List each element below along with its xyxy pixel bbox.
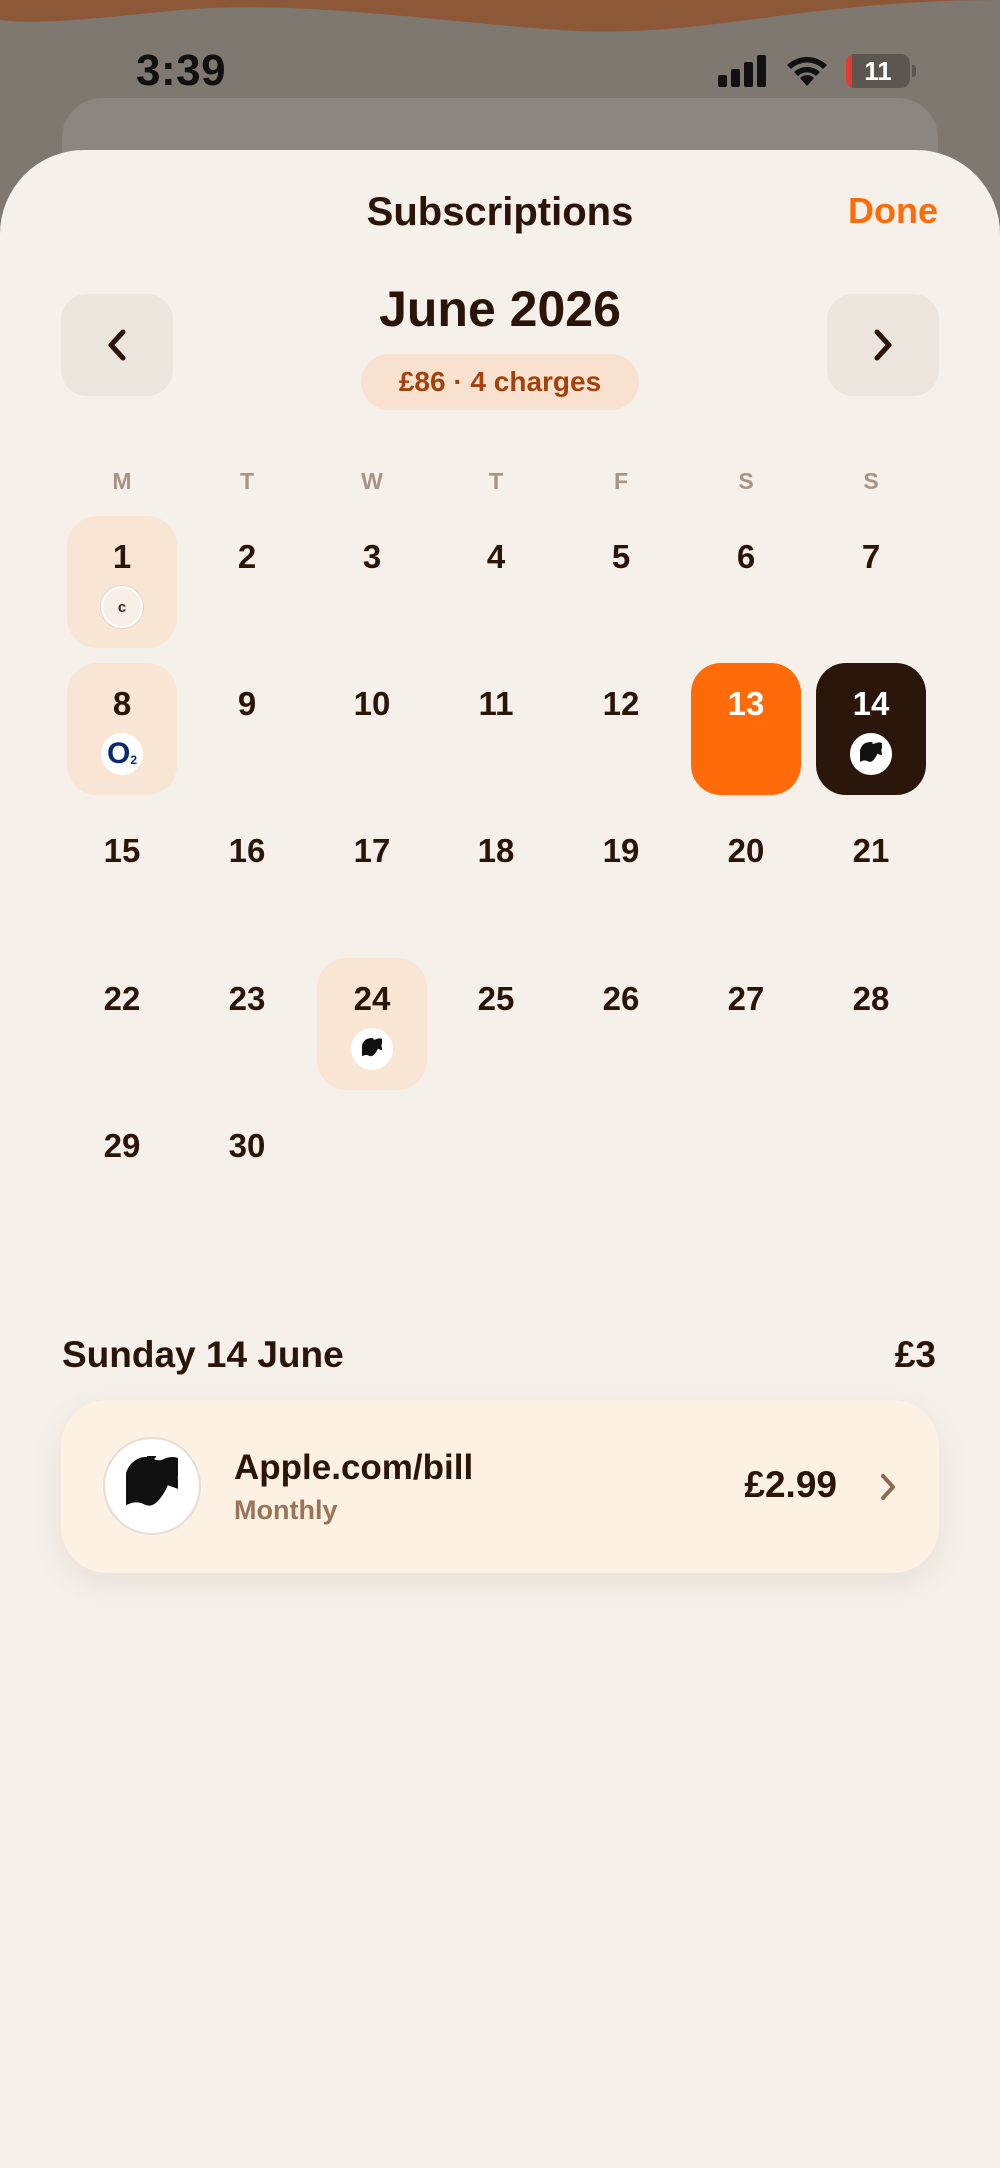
battery-indicator: 11 <box>846 54 910 88</box>
calendar-day[interactable]: 4 <box>441 516 551 648</box>
weekday-label: T <box>488 468 504 494</box>
calendar-day-24[interactable]: 24 <box>317 958 427 1090</box>
status-time: 3:39 <box>136 46 227 95</box>
calendar-day-8[interactable]: 8 O2 <box>67 663 177 795</box>
calendar-day[interactable]: 21 <box>816 810 926 942</box>
weekday-label: S <box>863 468 879 494</box>
o2-icon: O2 <box>101 733 143 775</box>
calendar-day[interactable]: 17 <box>317 810 427 942</box>
weekday-label: T <box>239 468 255 494</box>
chevron-right-icon <box>881 1474 895 1500</box>
calendar-day[interactable]: 2 <box>192 516 302 648</box>
calendar-day[interactable]: 27 <box>691 958 801 1090</box>
weekday-label: W <box>361 468 383 494</box>
calendar-day[interactable]: 15 <box>67 810 177 942</box>
calendar-day[interactable]: 9 <box>192 663 302 795</box>
subscriptions-sheet: Subscriptions Done June 2026 £86 · 4 cha… <box>0 150 1000 2168</box>
subscription-c-icon: c <box>101 586 143 628</box>
weekday-label: M <box>112 468 132 494</box>
subscription-name: Apple.com/bill <box>234 1448 474 1487</box>
calendar-day[interactable]: 6 <box>691 516 801 648</box>
calendar-day[interactable]: 18 <box>441 810 551 942</box>
calendar-day-1[interactable]: 1 c <box>67 516 177 648</box>
calendar-day[interactable]: 5 <box>566 516 676 648</box>
calendar-day[interactable]: 26 <box>566 958 676 1090</box>
calendar-day[interactable]: 16 <box>192 810 302 942</box>
calendar-day[interactable]: 12 <box>566 663 676 795</box>
subscription-price: £2.99 <box>744 1464 837 1505</box>
chevron-right-icon <box>874 329 892 361</box>
wifi-icon <box>787 57 827 86</box>
selected-day-title: Sunday 14 June <box>62 1334 344 1375</box>
done-button[interactable]: Done <box>848 190 938 232</box>
selected-day-total: £3 <box>894 1334 936 1375</box>
subscription-frequency: Monthly <box>234 1495 338 1525</box>
calendar-day[interactable]: 25 <box>441 958 551 1090</box>
weekday-label: F <box>613 468 629 494</box>
calendar-day[interactable]: 29 <box>67 1105 177 1237</box>
calendar-day[interactable]: 30 <box>192 1105 302 1237</box>
calendar-day[interactable]: 3 <box>317 516 427 648</box>
calendar-day-selected[interactable]: 14 <box>816 663 926 795</box>
next-month-button[interactable] <box>827 294 939 396</box>
calendar-day[interactable]: 11 <box>441 663 551 795</box>
signal-icon <box>718 55 766 87</box>
month-summary-badge: £86 · 4 charges <box>361 354 639 410</box>
calendar-day[interactable]: 20 <box>691 810 801 942</box>
apple-icon <box>351 1028 393 1070</box>
apple-icon <box>850 733 892 775</box>
calendar-day[interactable]: 7 <box>816 516 926 648</box>
calendar-day[interactable]: 23 <box>192 958 302 1090</box>
calendar-day[interactable]: 22 <box>67 958 177 1090</box>
calendar-day-today[interactable]: 13 <box>691 663 801 795</box>
calendar-day[interactable]: 19 <box>566 810 676 942</box>
calendar-day[interactable]: 28 <box>816 958 926 1090</box>
battery-level: 11 <box>864 55 892 86</box>
apple-icon <box>103 1437 201 1535</box>
weekday-label: S <box>738 468 754 494</box>
calendar-day[interactable]: 10 <box>317 663 427 795</box>
subscription-row[interactable]: Apple.com/bill Monthly £2.99 <box>61 1400 939 1573</box>
